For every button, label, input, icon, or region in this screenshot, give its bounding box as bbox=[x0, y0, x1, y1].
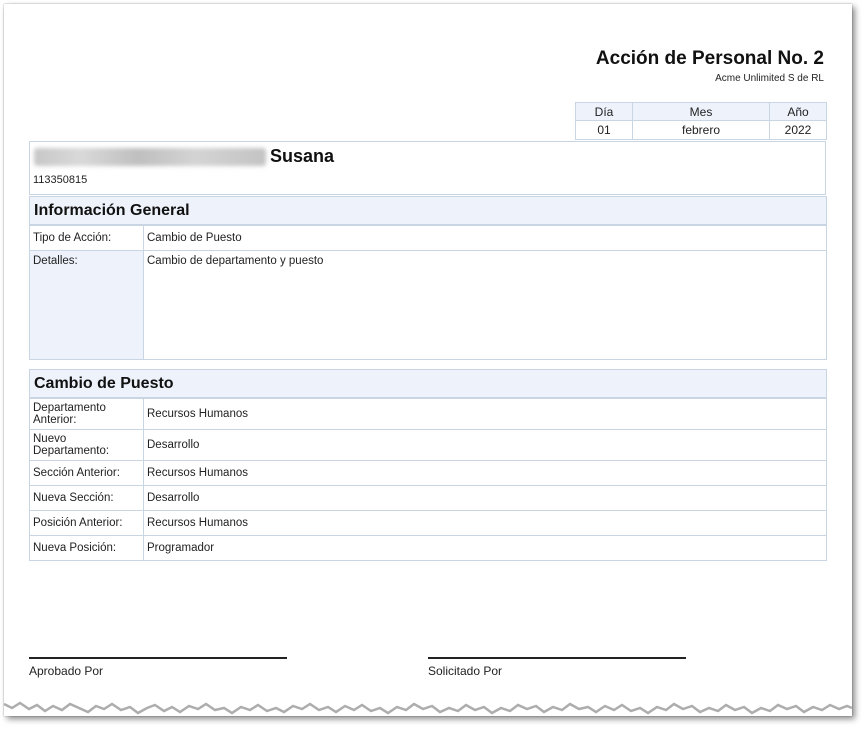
document-title: Acción de Personal No. 2 bbox=[595, 48, 824, 69]
employee-box: Susana 113350815 bbox=[29, 141, 826, 195]
employee-id: 113350815 bbox=[33, 174, 88, 186]
date-month: febrero bbox=[632, 120, 770, 140]
field-value: Recursos Humanos bbox=[143, 510, 827, 536]
table-row: Nueva Posición: Programador bbox=[29, 535, 827, 561]
field-label: Detalles: bbox=[29, 250, 144, 360]
date-table: Día Mes Año 01 febrero 2022 bbox=[575, 102, 827, 140]
company-name: Acme Unlimited S de RL bbox=[715, 73, 824, 84]
torn-paper-edge bbox=[3, 696, 853, 715]
field-value: Cambio de departamento y puesto bbox=[143, 250, 827, 360]
table-row: Departamento Anterior: Recursos Humanos bbox=[29, 398, 827, 430]
field-value: Cambio de Puesto bbox=[143, 225, 827, 251]
requested-signature-line bbox=[428, 657, 686, 659]
field-label: Departamento Anterior: bbox=[29, 398, 144, 430]
field-label: Nuevo Departamento: bbox=[29, 429, 144, 461]
field-label: Nueva Posición: bbox=[29, 535, 144, 561]
section-heading-general: Información General bbox=[29, 196, 827, 225]
field-label: Sección Anterior: bbox=[29, 460, 144, 486]
table-row: Nuevo Departamento: Desarrollo bbox=[29, 429, 827, 461]
field-value: Desarrollo bbox=[143, 429, 827, 461]
field-value: Recursos Humanos bbox=[143, 398, 827, 430]
position-change-table: Departamento Anterior: Recursos Humanos … bbox=[29, 398, 827, 561]
table-row: Detalles: Cambio de departamento y puest… bbox=[29, 250, 827, 360]
field-value: Desarrollo bbox=[143, 485, 827, 511]
table-row: Posición Anterior: Recursos Humanos bbox=[29, 510, 827, 536]
field-value: Programador bbox=[143, 535, 827, 561]
date-day: 01 bbox=[575, 120, 633, 140]
date-year: 2022 bbox=[769, 120, 827, 140]
field-label: Nueva Sección: bbox=[29, 485, 144, 511]
date-header-month: Mes bbox=[632, 102, 770, 121]
requested-by-label: Solicitado Por bbox=[428, 664, 503, 678]
approved-by-label: Aprobado Por bbox=[29, 664, 104, 678]
section-heading-change: Cambio de Puesto bbox=[29, 369, 827, 398]
redacted-surname bbox=[34, 148, 266, 166]
general-info-table: Tipo de Acción: Cambio de Puesto Detalle… bbox=[29, 225, 827, 360]
field-label: Tipo de Acción: bbox=[29, 225, 144, 251]
employee-first-name: Susana bbox=[270, 146, 335, 166]
table-row: Tipo de Acción: Cambio de Puesto bbox=[29, 225, 827, 251]
field-label: Posición Anterior: bbox=[29, 510, 144, 536]
approved-signature-line bbox=[29, 657, 287, 659]
table-row: Nueva Sección: Desarrollo bbox=[29, 485, 827, 511]
date-header-year: Año bbox=[769, 102, 827, 121]
table-row: Sección Anterior: Recursos Humanos bbox=[29, 460, 827, 486]
date-header-day: Día bbox=[575, 102, 633, 121]
field-value: Recursos Humanos bbox=[143, 460, 827, 486]
